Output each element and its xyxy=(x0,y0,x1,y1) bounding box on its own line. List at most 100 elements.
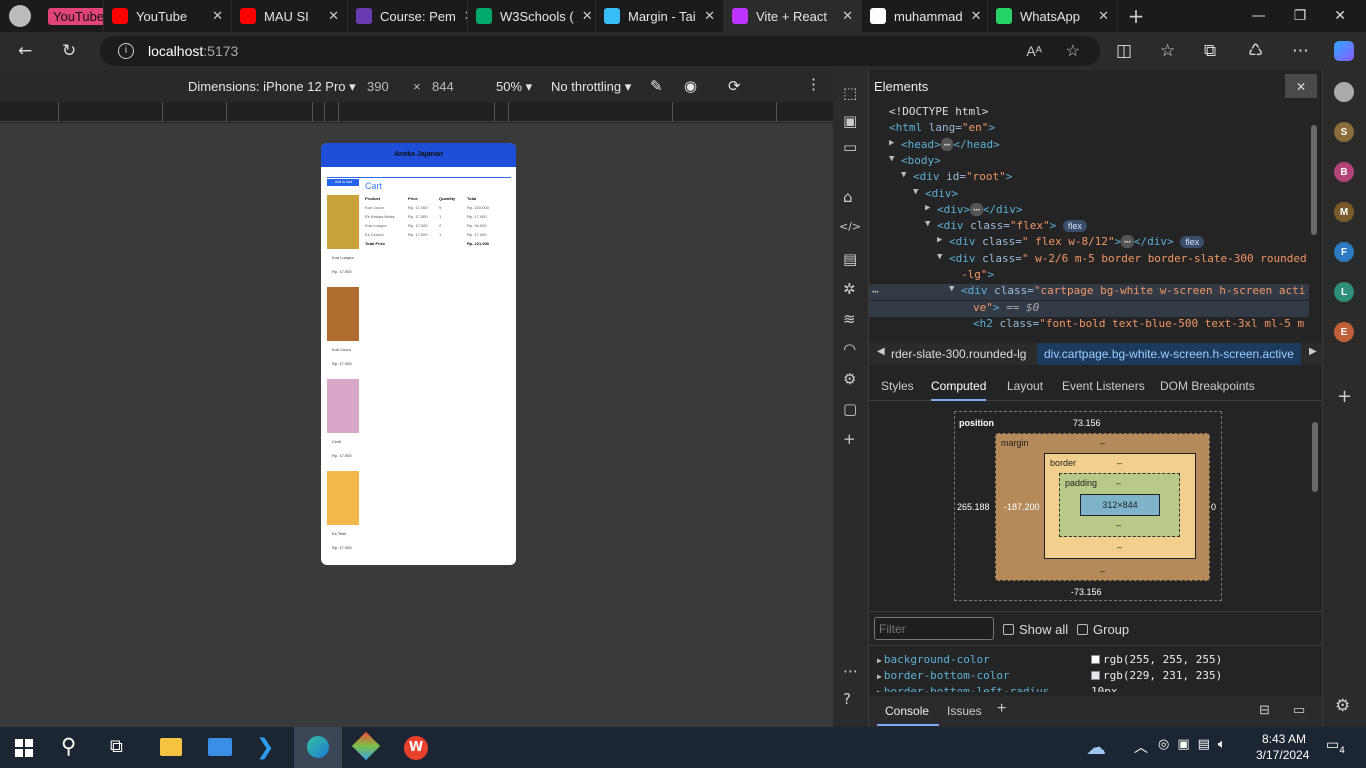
search-icon[interactable]: ⚲ xyxy=(61,734,76,758)
browser-tab[interactable]: MAU SI ✕ xyxy=(232,0,348,32)
dom-node[interactable]: ▶ <div class=" flex w-8/12"> ⋯ </div> flex xyxy=(869,235,1309,251)
favorites-icon[interactable]: ☆ xyxy=(1160,41,1175,61)
profile-avatar[interactable] xyxy=(0,0,40,32)
browser-tab[interactable]: YouTube xyxy=(40,0,104,32)
info-icon[interactable]: i xyxy=(118,43,134,59)
network-icon[interactable]: ≋ xyxy=(843,310,856,328)
favorite-icon[interactable]: ☆ xyxy=(1066,41,1080,61)
crumb-left-arrow[interactable]: ◀ xyxy=(877,346,885,357)
sidebar-app-avatar[interactable]: E xyxy=(1334,322,1354,342)
sidebar-app-avatar[interactable]: S xyxy=(1334,122,1354,142)
group-checkbox[interactable]: Group xyxy=(1077,622,1129,637)
dom-node[interactable]: <html lang="en"> xyxy=(869,121,1309,137)
task-view-icon[interactable]: ⧉ xyxy=(110,736,123,757)
dom-node[interactable]: ▶ <head> ⋯ </head> xyxy=(869,137,1309,154)
add-to-cart-button[interactable]: Add to cart xyxy=(327,179,361,186)
close-tab-icon[interactable]: ✕ xyxy=(328,8,339,24)
styles-subtab[interactable]: Styles xyxy=(881,379,914,393)
git-icon[interactable] xyxy=(351,731,381,761)
elements-icon[interactable]: </> xyxy=(839,220,861,233)
height-input[interactable]: 844 xyxy=(432,79,454,94)
sensor-icon[interactable]: ◉ xyxy=(684,77,697,95)
product-card[interactable]: Cenil Rp. 17.000 xyxy=(327,379,359,465)
memory-icon[interactable]: ⚙ xyxy=(843,370,856,388)
extensions-icon[interactable]: ♺ xyxy=(1248,41,1263,61)
width-input[interactable]: 390 xyxy=(367,79,389,94)
reload-icon[interactable]: ↻ xyxy=(62,41,76,61)
browser-tab[interactable]: Margin - Tai ✕ xyxy=(596,0,724,32)
filter-input[interactable] xyxy=(874,617,994,640)
close-tab-icon[interactable]: ✕ xyxy=(1098,8,1109,24)
browser-tab[interactable]: W3Schools (✕ xyxy=(468,0,596,32)
help-icon[interactable]: ? xyxy=(843,690,851,708)
welcome-icon[interactable]: ▭ xyxy=(843,138,857,156)
inspect-icon[interactable]: ⬚ xyxy=(843,84,857,102)
edge-taskbar-icon[interactable] xyxy=(294,727,342,768)
content-box[interactable]: 312×844 xyxy=(1080,494,1160,516)
dock-icon[interactable]: ⊟ xyxy=(1259,702,1270,718)
sidebar-circle-icon[interactable] xyxy=(1334,82,1354,102)
dom-node[interactable]: ▼ <div> xyxy=(869,187,1309,203)
styles-subtab[interactable]: Event Listeners xyxy=(1062,379,1145,393)
tray-icons[interactable]: ◎▣▤🔈︎ xyxy=(1158,737,1234,752)
dom-node[interactable]: ▼ <div class=" w-2/6 m-5 border border-sl… xyxy=(869,252,1309,268)
sidebar-settings-icon[interactable]: ⚙ xyxy=(1335,696,1350,716)
dom-node[interactable]: <h2 class="font-bold text-blue-500 text-… xyxy=(869,317,1309,333)
styles-subtab[interactable]: Layout xyxy=(1007,379,1043,393)
mail-icon[interactable] xyxy=(208,738,232,756)
undock-icon[interactable]: ▭ xyxy=(1293,702,1305,718)
show-all-checkbox[interactable]: Show all xyxy=(1003,622,1068,637)
tray-chevron-icon[interactable]: ︿ xyxy=(1134,737,1148,757)
more-icon[interactable]: ⋯ xyxy=(1292,41,1309,61)
url-input[interactable]: i localhost:5173 Aᴬ ☆ xyxy=(100,36,1100,66)
browser-tab[interactable]: WhatsApp ✕ xyxy=(988,0,1118,32)
margin-box[interactable]: margin – -187.200 – border – – padding –… xyxy=(995,433,1210,581)
sources-icon[interactable]: ✲ xyxy=(843,280,856,298)
zoom-select[interactable]: 50% ▾ xyxy=(496,79,532,95)
border-box[interactable]: border – – padding – – 312×844 xyxy=(1044,453,1196,559)
close-tab-icon[interactable]: ✕ xyxy=(971,8,982,24)
dom-node[interactable]: ve"> == $0 xyxy=(869,300,1309,317)
application-icon[interactable]: ▢ xyxy=(843,400,857,418)
copilot-icon[interactable] xyxy=(1334,41,1354,61)
weather-icon[interactable]: ☁ xyxy=(1086,735,1106,759)
computed-property[interactable]: ▶ background-color rgb(255, 255, 255) xyxy=(877,653,1222,669)
close-tab-icon[interactable]: ✕ xyxy=(704,8,715,24)
product-card[interactable]: Es Teler Rp. 17.000 xyxy=(327,471,359,557)
console-tab[interactable]: Console xyxy=(885,704,929,718)
sidebar-app-avatar[interactable]: M xyxy=(1334,202,1354,222)
dom-node[interactable]: -lg"> xyxy=(869,268,1309,284)
padding-box[interactable]: padding – – 312×844 xyxy=(1059,473,1180,537)
computed-property[interactable]: ▶ border-bottom-color rgb(229, 231, 235) xyxy=(877,669,1222,685)
wps-icon[interactable]: W xyxy=(404,736,428,760)
browser-tab[interactable]: Course: Pem✕ xyxy=(348,0,468,32)
split-screen-icon[interactable]: ◫ xyxy=(1116,41,1132,61)
home-icon[interactable]: ⌂ xyxy=(843,188,853,206)
rotate-icon[interactable]: ⟳ xyxy=(728,77,741,95)
computed-property[interactable]: ▶border-bottom-left-radius10px xyxy=(877,685,1118,692)
devtools-close-button[interactable]: ✕ xyxy=(1285,74,1317,98)
device-toggle-icon[interactable]: ▣ xyxy=(843,112,857,130)
more-tools-icon[interactable]: + xyxy=(843,430,856,448)
throttle-select[interactable]: No throttling ▾ xyxy=(551,79,631,95)
back-icon[interactable]: ← xyxy=(18,41,32,61)
browser-tab[interactable]: Vite + React ✕ xyxy=(724,0,862,32)
notification-icon[interactable]: ▭4 xyxy=(1326,737,1345,756)
performance-icon[interactable]: ◠ xyxy=(843,340,856,358)
crumb-right-arrow[interactable]: ▶ xyxy=(1309,346,1317,357)
sidebar-add-icon[interactable]: + xyxy=(1337,386,1352,407)
read-aloud-icon[interactable]: Aᴬ xyxy=(1026,43,1042,59)
crumb-item[interactable]: rder-slate-300.rounded-lg xyxy=(891,347,1026,361)
start-icon[interactable] xyxy=(15,739,33,757)
dom-more-icon[interactable]: ⋯ xyxy=(872,285,879,298)
maximize-icon[interactable]: ❐ xyxy=(1294,8,1307,24)
device-select[interactable]: Dimensions: iPhone 12 Pro ▾ xyxy=(188,79,356,95)
dom-node[interactable]: ▼ <div class="flex"> flex xyxy=(869,219,1309,235)
vscode-icon[interactable]: ❯ xyxy=(256,735,274,760)
minimize-icon[interactable]: — xyxy=(1252,8,1266,24)
browser-tab[interactable]: YouTube ✕ xyxy=(104,0,232,32)
issues-tab[interactable]: Issues xyxy=(947,704,982,718)
browser-tab[interactable]: muhammad ✕ xyxy=(862,0,988,32)
new-tab-button[interactable]: + xyxy=(1118,4,1154,28)
devbar-more-icon[interactable]: ⋮ xyxy=(806,75,821,93)
